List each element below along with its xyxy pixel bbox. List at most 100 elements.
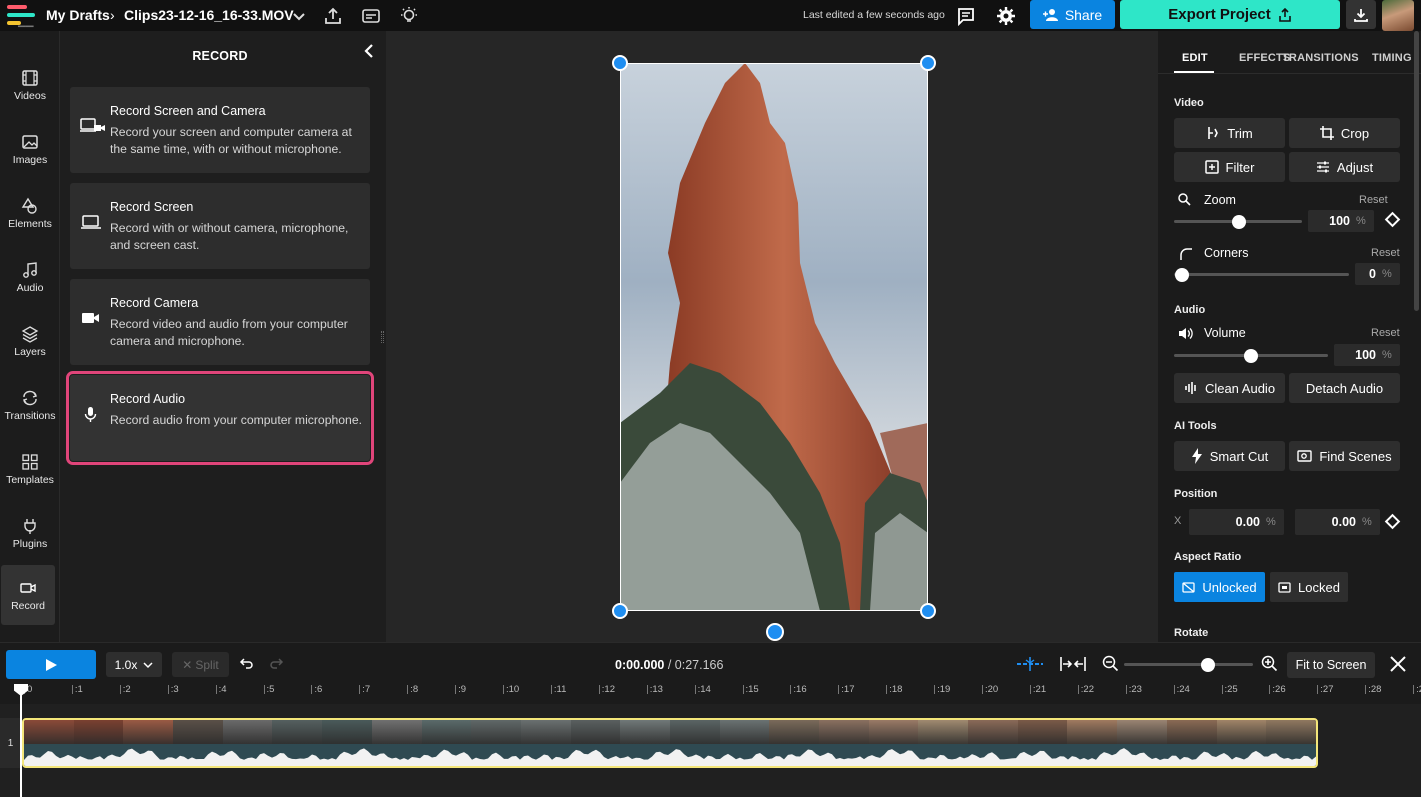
aspect-locked-button[interactable]: Locked <box>1270 572 1348 602</box>
last-edited-text: Last edited a few seconds ago <box>803 9 945 21</box>
ruler-tick: :6 <box>311 684 323 695</box>
timeline-zoom-track[interactable] <box>1124 663 1253 666</box>
volume-reset[interactable]: Reset <box>1371 327 1400 339</box>
position-y-input[interactable]: 0.00% <box>1295 509 1380 535</box>
timeline-ruler[interactable]: 0:1:2:3:4:5:6:7:8:9:10:11:12:13:14:15:16… <box>0 684 1421 704</box>
rail-item-audio[interactable]: Audio <box>0 247 60 307</box>
app-logo-icon[interactable] <box>7 5 37 25</box>
zoom-icon <box>1178 193 1191 206</box>
property-tabs: EDIT EFFECTS TRANSITIONS TIMING <box>1158 31 1421 74</box>
find-scenes-button[interactable]: Find Scenes <box>1289 441 1400 471</box>
detach-audio-button[interactable]: Detach Audio <box>1289 373 1400 403</box>
zoom-slider-knob[interactable] <box>1232 215 1246 229</box>
breadcrumb-drafts[interactable]: My Drafts <box>46 7 110 23</box>
zoom-keyframe-icon[interactable] <box>1384 211 1401 228</box>
lightbulb-icon[interactable] <box>398 5 420 27</box>
volume-input[interactable]: 100% <box>1334 344 1400 366</box>
position-x-input[interactable]: 0.00% <box>1189 509 1284 535</box>
record-option-camera[interactable]: Record Camera Record video and audio fro… <box>70 279 370 365</box>
resize-handle-bottom-right[interactable] <box>920 603 936 619</box>
smart-cut-button[interactable]: Smart Cut <box>1174 441 1285 471</box>
panel-resize-handle[interactable] <box>381 331 384 343</box>
tab-timing[interactable]: TIMING <box>1372 52 1412 64</box>
tab-transitions[interactable]: TRANSITIONS <box>1282 52 1359 64</box>
crop-button[interactable]: Crop <box>1289 118 1400 148</box>
trim-button[interactable]: Trim <box>1174 118 1285 148</box>
volume-slider-knob[interactable] <box>1244 349 1258 363</box>
clean-audio-button[interactable]: Clean Audio <box>1174 373 1285 403</box>
record-option-desc: Record audio from your computer micropho… <box>110 413 362 427</box>
rail-item-templates[interactable]: Templates <box>0 439 60 499</box>
trim-label: Trim <box>1227 125 1253 141</box>
record-option-screen[interactable]: Record Screen Record with or without cam… <box>70 183 370 269</box>
download-button[interactable] <box>1346 0 1376 29</box>
rotate-handle-icon[interactable] <box>766 623 784 641</box>
corners-slider-knob[interactable] <box>1175 268 1189 282</box>
smart-cut-label: Smart Cut <box>1209 448 1269 464</box>
split-label: Split <box>195 657 219 672</box>
split-button[interactable]: ✕ Split <box>172 652 229 677</box>
video-clip[interactable] <box>22 718 1318 768</box>
user-avatar[interactable] <box>1382 0 1414 31</box>
resize-handle-top-left[interactable] <box>612 55 628 71</box>
rail-item-elements[interactable]: Elements <box>0 183 60 243</box>
gear-icon[interactable] <box>995 5 1017 27</box>
upload-icon[interactable] <box>322 5 344 27</box>
snap-icon[interactable] <box>1016 656 1044 672</box>
zoom-input[interactable]: 100% <box>1308 210 1374 232</box>
rail-label: Transitions <box>4 409 56 422</box>
zoom-label: Zoom <box>1204 193 1236 207</box>
properties-scrollbar[interactable] <box>1414 31 1419 311</box>
zoom-reset[interactable]: Reset <box>1359 194 1388 206</box>
total-time: / 0:27.166 <box>667 658 724 672</box>
comment-icon[interactable] <box>955 5 977 27</box>
fit-to-screen-button[interactable]: Fit to Screen <box>1287 652 1375 678</box>
record-option-audio[interactable]: Record Audio Record audio from your comp… <box>66 371 374 465</box>
aspect-unlocked-button[interactable]: Unlocked <box>1174 572 1265 602</box>
subtitles-icon[interactable] <box>360 5 382 27</box>
play-button[interactable] <box>6 650 96 679</box>
timeline-toolbar: 1.0x ✕ Split 0:00.000 / 0:27.166 Fit to S… <box>0 642 1421 684</box>
adjust-button[interactable]: Adjust <box>1289 152 1400 182</box>
position-x-value: 0.00 <box>1235 515 1260 529</box>
close-timeline-icon[interactable] <box>1389 655 1407 673</box>
rail-item-layers[interactable]: Layers <box>0 311 60 371</box>
rail-item-transitions[interactable]: Transitions <box>0 375 60 435</box>
record-option-desc: Record your screen and computer camera a… <box>110 125 352 156</box>
position-x-label: X <box>1174 515 1182 527</box>
crop-icon <box>1319 126 1334 140</box>
current-time: 0:00.000 <box>615 658 665 672</box>
rail-item-plugins[interactable]: Plugins <box>0 503 60 563</box>
filter-button[interactable]: Filter <box>1174 152 1285 182</box>
rail-label: Layers <box>14 345 46 358</box>
ruler-tick: :16 <box>790 684 807 695</box>
collapse-panel-icon[interactable] <box>362 43 376 59</box>
rail-item-record[interactable]: Record <box>1 565 55 625</box>
video-preview[interactable] <box>620 63 928 611</box>
playhead[interactable] <box>20 684 22 797</box>
timeline-zoom-knob[interactable] <box>1201 658 1215 672</box>
position-keyframe-icon[interactable] <box>1384 513 1401 530</box>
share-button[interactable]: Share <box>1030 0 1115 29</box>
chevron-down-icon[interactable] <box>288 5 310 27</box>
video-camera-icon <box>80 309 102 327</box>
zoom-out-icon[interactable] <box>1102 655 1119 672</box>
rail-item-images[interactable]: Images <box>0 119 60 179</box>
resize-handle-top-right[interactable] <box>920 55 936 71</box>
resize-handle-bottom-left[interactable] <box>612 603 628 619</box>
ruler-tick: :14 <box>694 684 711 695</box>
export-project-button[interactable]: Export Project <box>1120 0 1340 29</box>
share-label: Share <box>1064 6 1103 23</box>
record-option-screen-camera[interactable]: Record Screen and Camera Record your scr… <box>70 87 370 173</box>
redo-icon[interactable] <box>270 657 284 671</box>
corners-reset[interactable]: Reset <box>1371 247 1400 259</box>
playback-speed-dropdown[interactable]: 1.0x <box>106 652 162 677</box>
zoom-in-icon[interactable] <box>1261 655 1278 672</box>
tab-edit[interactable]: EDIT <box>1182 52 1208 64</box>
fit-clips-icon[interactable] <box>1060 656 1086 672</box>
rail-item-videos[interactable]: Videos <box>0 55 60 115</box>
corners-slider-track[interactable] <box>1174 273 1349 276</box>
project-filename[interactable]: Clips23-12-16_16-33.MOV <box>124 7 294 23</box>
undo-icon[interactable] <box>239 657 253 671</box>
corners-input[interactable]: 0% <box>1355 263 1400 285</box>
